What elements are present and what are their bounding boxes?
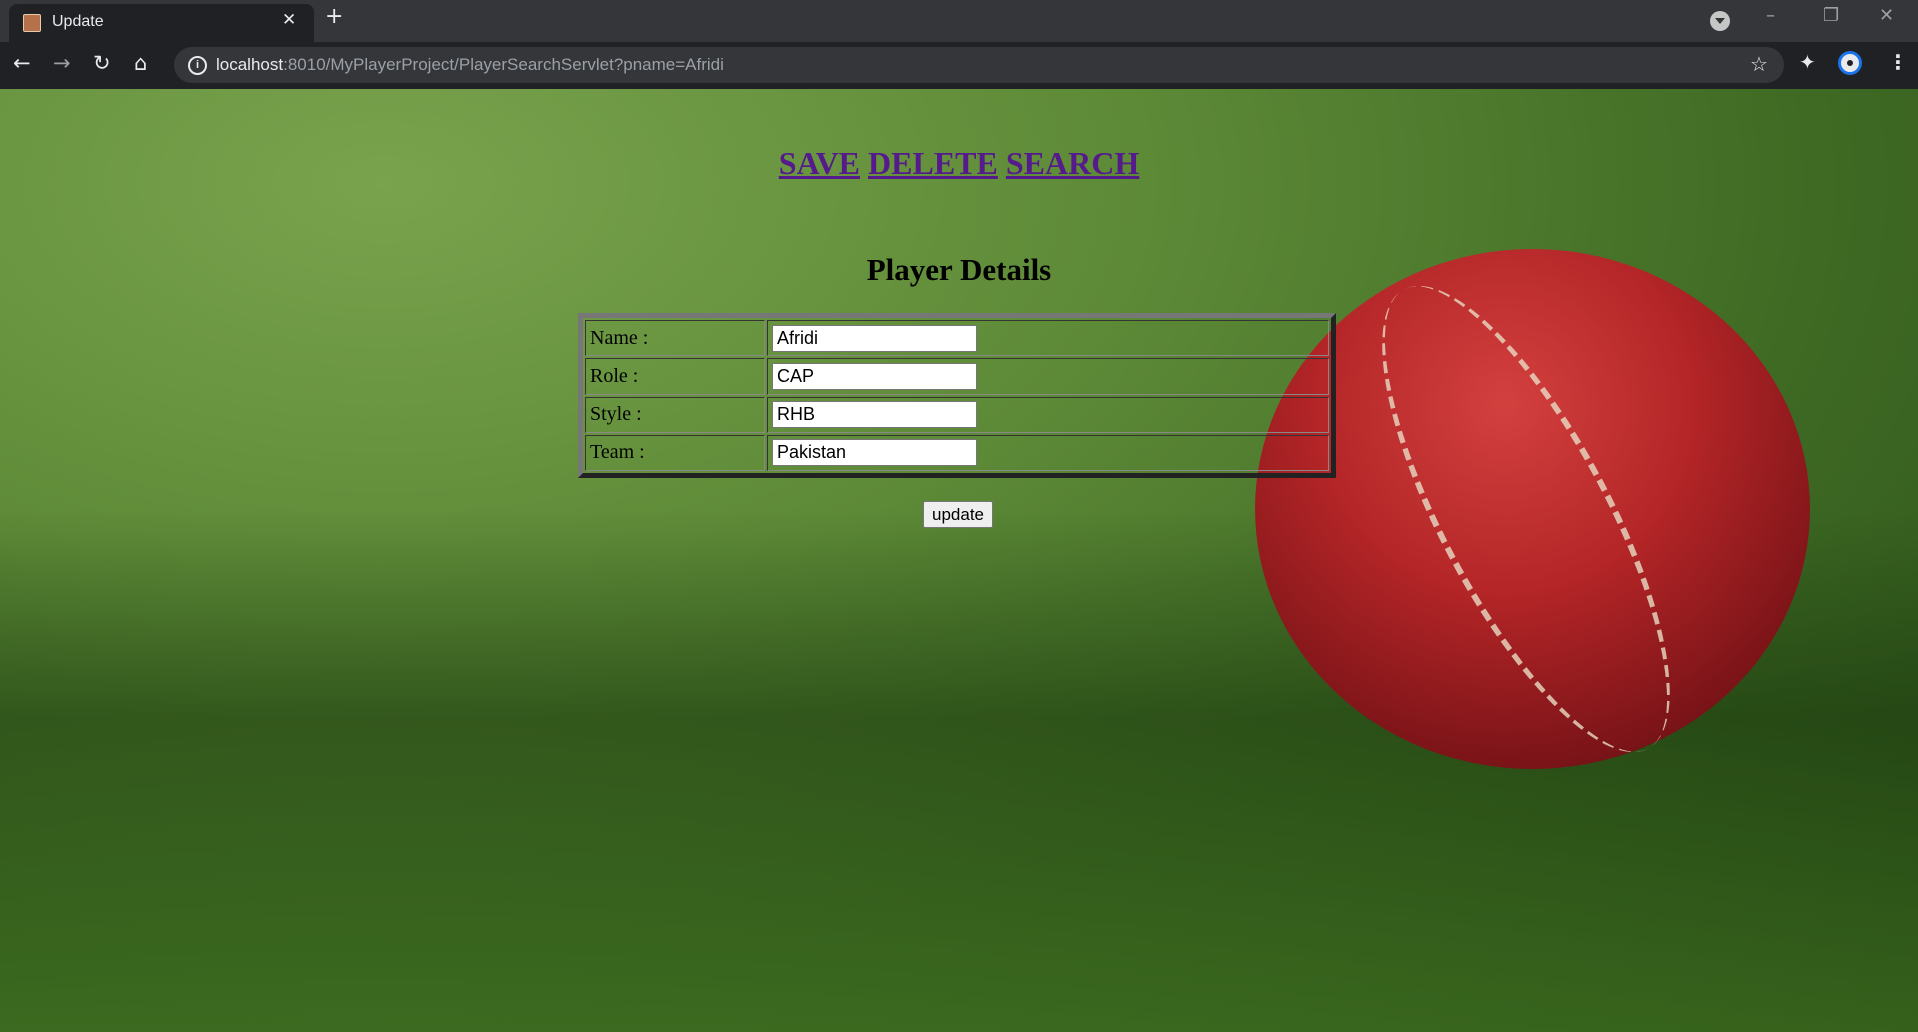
search-link[interactable]: SEARCH	[1006, 145, 1139, 181]
role-label: Role :	[585, 358, 765, 395]
window-close-icon[interactable]: ✕	[1879, 5, 1894, 26]
address-bar[interactable]: i localhost:8010/MyPlayerProject/PlayerS…	[174, 47, 1784, 83]
forward-icon[interactable]: →	[53, 51, 71, 75]
favicon-icon	[23, 14, 41, 32]
update-button[interactable]: update	[923, 501, 993, 528]
team-input[interactable]	[772, 439, 977, 467]
restore-icon[interactable]: ❐	[1823, 5, 1839, 26]
name-cell	[767, 320, 1329, 357]
extensions-icon[interactable]: ✦	[1799, 50, 1816, 74]
url-path: :8010/MyPlayerProject/PlayerSearchServle…	[283, 55, 724, 74]
team-label: Team :	[585, 434, 765, 471]
browser-chrome: Update ✕ + – ❐ ✕ ← → ↻ ⌂ i localhost:801…	[0, 0, 1918, 89]
home-icon[interactable]: ⌂	[134, 51, 147, 75]
menu-icon[interactable]: ⋮	[1888, 50, 1908, 74]
tab-strip: Update ✕ + – ❐ ✕	[0, 0, 1918, 42]
plus-icon[interactable]: +	[325, 6, 343, 28]
page-viewport: SAVE DELETE SEARCH Player Details Name :…	[0, 89, 1918, 1032]
tab-title: Update	[52, 13, 104, 30]
url-text[interactable]: localhost:8010/MyPlayerProject/PlayerSea…	[216, 55, 724, 75]
close-icon[interactable]: ✕	[282, 10, 296, 30]
table-row: Team :	[585, 434, 1329, 471]
role-cell	[767, 358, 1329, 395]
bookmark-star-icon[interactable]: ☆	[1750, 52, 1768, 76]
name-input[interactable]	[772, 324, 977, 352]
style-input[interactable]	[772, 401, 977, 429]
url-host: localhost	[216, 55, 284, 74]
style-label: Style :	[585, 396, 765, 433]
info-icon[interactable]: i	[188, 56, 207, 75]
tab-update[interactable]: Update ✕	[9, 4, 314, 42]
team-cell	[767, 434, 1329, 471]
tab-search-icon[interactable]	[1710, 11, 1730, 31]
save-link[interactable]: SAVE	[779, 145, 860, 181]
table-row: Role :	[585, 358, 1329, 395]
browser-toolbar: ← → ↻ ⌂ i localhost:8010/MyPlayerProject…	[0, 42, 1918, 89]
profile-avatar-icon[interactable]	[1838, 51, 1862, 75]
page-title: Player Details	[866, 252, 1052, 287]
back-icon[interactable]: ←	[13, 51, 31, 75]
player-details-table: Name : Role : Style : Team :	[578, 313, 1336, 478]
style-cell	[767, 396, 1329, 433]
reload-icon[interactable]: ↻	[93, 51, 111, 75]
role-input[interactable]	[772, 362, 977, 390]
name-label: Name :	[585, 320, 765, 357]
table-row: Name :	[585, 320, 1329, 357]
nav-links: SAVE DELETE SEARCH	[0, 145, 1918, 182]
delete-link[interactable]: DELETE	[868, 145, 998, 181]
table-row: Style :	[585, 396, 1329, 433]
minimize-icon[interactable]: –	[1766, 5, 1775, 26]
